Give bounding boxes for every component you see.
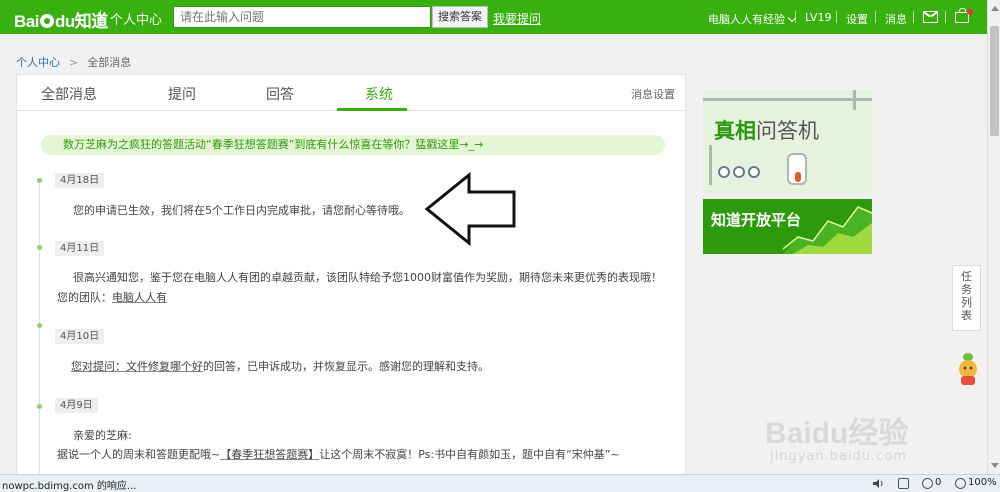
scroll-up-arrow-icon[interactable]	[991, 6, 999, 11]
message-tabs: 全部消息 提问 回答 系统 消息设置	[17, 75, 687, 111]
watermark-logo: Baidu经验	[765, 408, 908, 452]
breadcrumb: 个人中心 > 全部消息	[16, 54, 131, 70]
date-tag: 4月11日	[55, 241, 105, 256]
divider	[913, 11, 914, 23]
block-icon[interactable]	[922, 478, 933, 489]
promo-banner[interactable]: 数万芝麻为之疯狂的答题活动“春季狂想答题赛”到底有什么惊喜在等你？猛戳这里→_→	[41, 135, 665, 155]
open-platform-title: 知道开放平台	[711, 211, 802, 229]
gauge-icon	[748, 166, 760, 178]
speaker-icon[interactable]	[872, 478, 883, 489]
logo-text: Bai	[14, 12, 39, 31]
date-tag: 4月9日	[55, 398, 98, 413]
search-input[interactable]	[174, 7, 430, 27]
page-scrollbar[interactable]	[987, 0, 1000, 474]
ask-question-link[interactable]: 我要提问	[493, 10, 541, 27]
gauge-icon	[733, 166, 745, 178]
level-badge[interactable]: LV19	[805, 11, 831, 24]
divider	[836, 11, 837, 23]
messages-panel: 全部消息 提问 回答 系统 消息设置 数万芝麻为之疯狂的答题活动“春季狂想答题赛…	[16, 74, 687, 477]
message-settings-link[interactable]: 消息设置	[631, 86, 675, 102]
timeline-line	[39, 181, 40, 477]
security-icon[interactable]	[898, 478, 909, 489]
task-list-char: 务	[961, 283, 972, 296]
ad-title-part2: 问答机	[756, 119, 819, 143]
breadcrumb-home-link[interactable]: 个人中心	[16, 56, 60, 69]
contest-link[interactable]: 【春季狂想答题赛】	[220, 448, 319, 461]
zoom-icon[interactable]	[955, 478, 966, 489]
status-text: nowpc.bdimg.com 的响应...	[2, 481, 137, 492]
settings-link[interactable]: 设置	[846, 11, 868, 27]
watermark-text: Baidu经验	[765, 417, 909, 450]
open-platform-ad[interactable]: 知道开放平台	[703, 199, 872, 254]
message-body: 的回答，已申诉成功，并恢复显示。感谢您的理解和支持。	[203, 360, 489, 373]
team-link[interactable]: 电脑人人有	[112, 291, 167, 304]
logo-cn-text: 知道	[74, 12, 109, 31]
notification-dot	[967, 9, 973, 15]
date-tag: 4月18日	[55, 173, 105, 188]
message-suffix: 让这个周末不寂寞！Ps:书中自有颜如玉，题中自有“宋仲基”~	[319, 448, 620, 461]
search-box	[173, 6, 431, 28]
mail-icon[interactable]	[923, 11, 938, 23]
message-text: 很高兴通知您，鉴于您在电脑人人有团的卓越贡献，该团队特给予您1000财富值作为奖…	[73, 271, 662, 284]
watermark-url: jingyan.baidu.com	[770, 449, 907, 464]
date-tag: 4月10日	[55, 329, 105, 344]
ad-title: 真相问答机	[714, 115, 819, 145]
timeline-dot	[37, 178, 42, 183]
task-list-char: 列	[961, 296, 972, 309]
ad-title-part1: 真相	[714, 119, 756, 143]
divider	[945, 11, 946, 23]
blocked-count: 0	[935, 477, 942, 488]
task-list-char: 任	[961, 270, 972, 283]
scroll-down-arrow-icon[interactable]	[991, 463, 999, 468]
ad-pipe	[853, 90, 856, 110]
breadcrumb-separator: >	[69, 56, 79, 69]
user-name: 电脑人人有经验	[708, 13, 785, 26]
search-button[interactable]: 搜索答案	[432, 6, 488, 28]
scroll-thumb[interactable]	[990, 26, 999, 136]
left-arrow-annotation-icon	[424, 172, 516, 246]
thermometer-fill	[795, 172, 801, 182]
tab-answers[interactable]: 回答	[266, 84, 294, 104]
task-list-button[interactable]: 任 务 列 表	[952, 265, 981, 331]
user-menu[interactable]: 电脑人人有经验	[708, 11, 797, 27]
baidu-zhidao-logo[interactable]: Bai du知道	[14, 7, 108, 32]
message-text: 您的申请已生效，我们将在5个工作日内完成审批，请您耐心等待哦。	[73, 204, 410, 217]
personal-center-title[interactable]: 个人中心	[110, 9, 162, 28]
divider	[795, 11, 796, 23]
tab-questions[interactable]: 提问	[168, 84, 196, 104]
zoom-level[interactable]: 100%	[968, 477, 997, 488]
mascot-icon[interactable]	[957, 352, 979, 386]
message-text: 据说一个人的周末和答题更配哦~【春季狂想答题赛】让这个周末不寂寞！Ps:书中自有…	[57, 446, 620, 462]
gauge-icon	[718, 166, 730, 178]
logo-text-du: du	[54, 12, 75, 31]
task-list-char: 表	[961, 309, 972, 322]
active-tab-indicator	[337, 108, 407, 111]
divider	[875, 11, 876, 23]
ad-pipe	[709, 145, 712, 185]
greeting-text: 亲爱的芝麻:	[73, 429, 132, 442]
messages-link[interactable]: 消息	[885, 11, 907, 27]
team-line: 您的团队：电脑人人有	[57, 289, 167, 305]
top-bar: Baidu知道 个人中心 搜索答案 我要提问 电脑人人有经验 LV19 设置 消…	[0, 0, 987, 34]
team-prefix: 您的团队：	[57, 291, 112, 304]
browser-status-bar: nowpc.bdimg.com 的响应... 0 100%	[0, 474, 1000, 492]
logo-divider	[100, 10, 101, 26]
message-text: 您对提问：文件修复哪个好的回答，已申诉成功，并恢复显示。感谢您的理解和支持。	[71, 358, 489, 374]
tab-system[interactable]: 系统	[365, 84, 393, 104]
breadcrumb-current: 全部消息	[87, 56, 132, 69]
tab-all-messages[interactable]: 全部消息	[41, 84, 97, 104]
question-link[interactable]: 您对提问：文件修复哪个好	[71, 360, 203, 373]
timeline-dot	[37, 404, 42, 409]
timeline-dot	[37, 245, 42, 250]
paw-icon	[39, 14, 54, 28]
message-prefix: 据说一个人的周末和答题更配哦~	[57, 448, 221, 461]
timeline-dot	[37, 323, 42, 328]
ad-pipe	[703, 98, 872, 101]
